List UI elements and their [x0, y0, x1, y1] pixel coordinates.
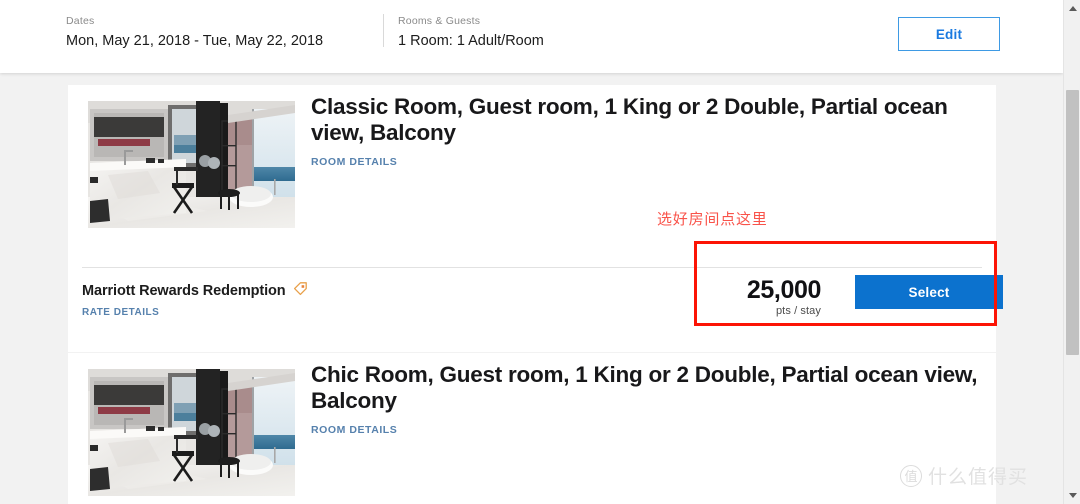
- price-amount: 25,000: [746, 276, 821, 304]
- room-card-header: Classic Room, Guest room, 1 King or 2 Do…: [68, 85, 996, 243]
- room-card: Classic Room, Guest room, 1 King or 2 Do…: [68, 85, 1003, 352]
- dates-field[interactable]: Dates Mon, May 21, 2018 - Tue, May 22, 2…: [66, 15, 323, 51]
- room-details-link[interactable]: ROOM DETAILS: [311, 156, 397, 168]
- rooms-guests-label: Rooms & Guests: [398, 15, 481, 27]
- dates-value: Mon, May 21, 2018 - Tue, May 22, 2018: [66, 33, 324, 49]
- price-block: 25,000 pts / stay: [703, 275, 821, 318]
- search-summary-bar: Dates Mon, May 21, 2018 - Tue, May 22, 2…: [0, 0, 1063, 73]
- rate-details-link[interactable]: RATE DETAILS: [82, 307, 159, 318]
- scroll-up-arrow-icon[interactable]: [1064, 0, 1080, 17]
- rate-name: Marriott Rewards Redemption: [82, 283, 286, 299]
- room-thumbnail-image[interactable]: [88, 369, 295, 496]
- rooms-guests-field[interactable]: Rooms & Guests 1 Room: 1 Adult/Room: [398, 15, 544, 51]
- room-info: Chic Room, Guest room, 1 King or 2 Doubl…: [311, 362, 978, 438]
- room-card-header: Chic Room, Guest room, 1 King or 2 Doubl…: [68, 353, 996, 504]
- rooms-guests-value: 1 Room: 1 Adult/Room: [398, 33, 544, 49]
- rate-price-and-action: 25,000 pts / stay Select: [703, 275, 1003, 317]
- rate-info: Marriott Rewards Redemption RATE DETAILS: [82, 281, 308, 320]
- room-thumbnail-image[interactable]: [88, 101, 295, 228]
- scrollbar-thumb[interactable]: [1066, 90, 1079, 355]
- room-results-scroll-area[interactable]: Classic Room, Guest room, 1 King or 2 Do…: [0, 73, 1063, 504]
- annotation-instruction-text: 选好房间点这里: [657, 210, 768, 228]
- price-tag-icon: [293, 281, 308, 301]
- scroll-down-arrow-icon[interactable]: [1064, 487, 1080, 504]
- room-info: Classic Room, Guest room, 1 King or 2 Do…: [311, 94, 978, 170]
- dates-label: Dates: [66, 15, 95, 27]
- room-details-link[interactable]: ROOM DETAILS: [311, 424, 397, 436]
- select-rate-button[interactable]: Select: [855, 275, 1003, 309]
- summary-divider: [383, 14, 384, 47]
- room-card: Chic Room, Guest room, 1 King or 2 Doubl…: [68, 353, 996, 504]
- room-title: Classic Room, Guest room, 1 King or 2 Do…: [311, 94, 948, 145]
- vertical-scrollbar[interactable]: [1063, 0, 1080, 504]
- rate-divider: [82, 267, 982, 268]
- price-unit: pts / stay: [775, 305, 821, 317]
- booking-room-list-page: Dates Mon, May 21, 2018 - Tue, May 22, 2…: [0, 0, 1080, 504]
- room-title: Chic Room, Guest room, 1 King or 2 Doubl…: [311, 362, 978, 413]
- rate-row: Marriott Rewards Redemption RATE DETAILS…: [68, 243, 1003, 352]
- edit-search-button[interactable]: Edit: [898, 17, 1000, 51]
